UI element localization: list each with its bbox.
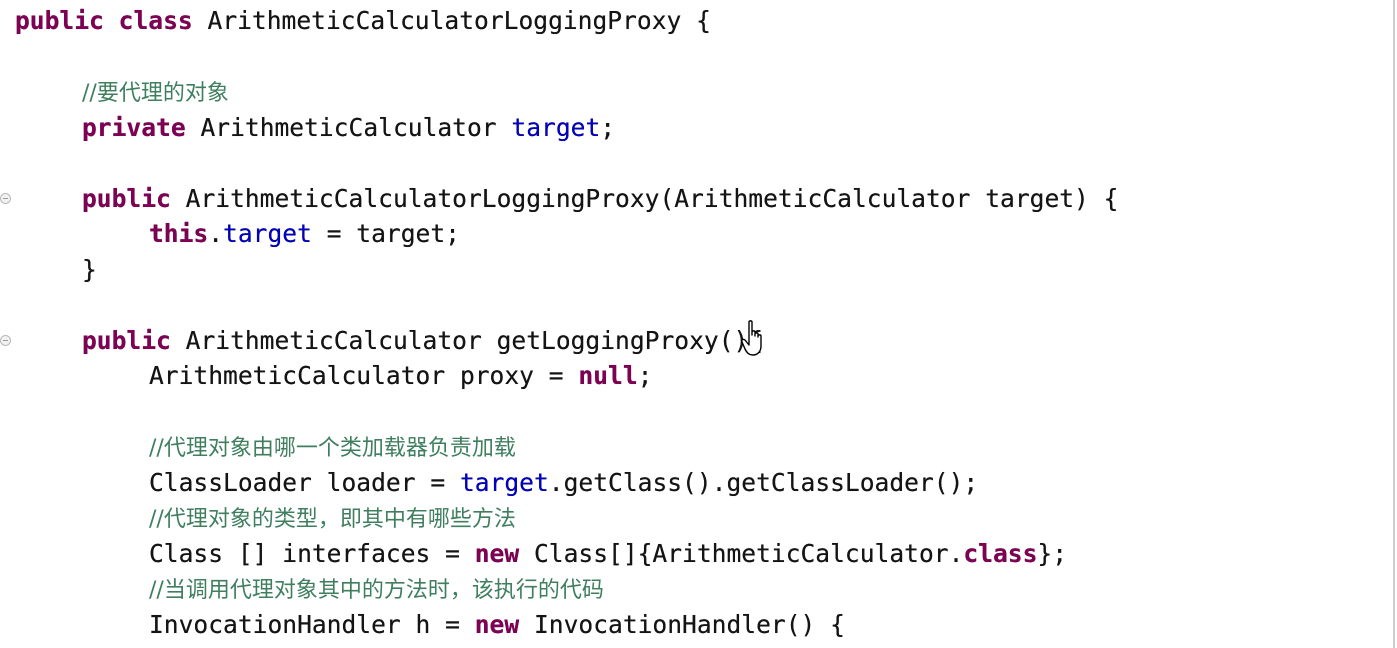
code-text: ArithmeticCalculatorLoggingProxy { bbox=[192, 6, 711, 35]
code-text: ArithmeticCalculator getLoggingProxy(){ bbox=[170, 325, 764, 355]
code-text: InvocationHandler h = bbox=[149, 609, 475, 639]
code-comment: //代理对象的类型，即其中有哪些方法 bbox=[149, 507, 516, 532]
fold-marker-icon[interactable] bbox=[0, 334, 11, 346]
code-keyword: new bbox=[474, 609, 520, 639]
code-field: target bbox=[223, 219, 312, 248]
code-line[interactable]: ClassLoader loader = target.getClass().g… bbox=[149, 465, 978, 500]
code-keyword: public bbox=[82, 183, 171, 213]
code-line[interactable]: Class [] interfaces = new Class[]{Arithm… bbox=[149, 536, 1067, 571]
code-text: } bbox=[82, 254, 97, 284]
code-text: }; bbox=[1037, 538, 1068, 568]
fold-marker-icon[interactable] bbox=[0, 192, 11, 204]
code-line[interactable]: //代理对象由哪一个类加载器负责加载 bbox=[149, 429, 516, 464]
code-text: . bbox=[208, 219, 224, 248]
code-text: InvocationHandler() { bbox=[519, 609, 845, 639]
code-comment: //当调用代理对象其中的方法时，该执行的代码 bbox=[149, 578, 604, 603]
code-text: ArithmeticCalculator proxy = bbox=[149, 361, 579, 390]
code-line[interactable]: } bbox=[82, 252, 97, 287]
code-line[interactable]: //代理对象的类型，即其中有哪些方法 bbox=[149, 500, 516, 535]
code-text: ArithmeticCalculator bbox=[185, 112, 512, 142]
code-text: Class[]{ArithmeticCalculator. bbox=[519, 538, 964, 568]
code-keyword: null bbox=[578, 361, 638, 390]
code-text: = target; bbox=[311, 219, 460, 248]
code-keyword: class bbox=[118, 6, 193, 35]
code-text: ClassLoader loader = bbox=[149, 467, 460, 497]
code-text: ArithmeticCalculatorLoggingProxy(Arithme… bbox=[170, 183, 1119, 213]
code-line[interactable]: ArithmeticCalculator proxy = null; bbox=[149, 358, 652, 393]
code-comment: //代理对象由哪一个类加载器负责加载 bbox=[149, 436, 516, 461]
code-line[interactable]: //要代理的对象 bbox=[82, 74, 229, 109]
code-comment: //要代理的对象 bbox=[82, 81, 229, 106]
code-line[interactable]: public class ArithmeticCalculatorLogging… bbox=[15, 3, 711, 38]
code-field: target bbox=[511, 112, 601, 142]
code-line[interactable]: //当调用代理对象其中的方法时，该执行的代码 bbox=[149, 571, 604, 606]
code-line[interactable]: public ArithmeticCalculatorLoggingProxy(… bbox=[82, 181, 1118, 216]
code-line[interactable]: private ArithmeticCalculator target; bbox=[82, 110, 615, 145]
code-keyword: private bbox=[82, 112, 186, 142]
code-text: ; bbox=[637, 361, 653, 390]
code-keyword: class bbox=[963, 538, 1038, 568]
code-editor[interactable]: public class ArithmeticCalculatorLogging… bbox=[0, 0, 1397, 648]
hand-cursor-icon bbox=[741, 320, 762, 356]
code-text: ; bbox=[600, 112, 616, 142]
editor-right-border bbox=[1393, 0, 1395, 648]
code-text: .getClass().getClassLoader(); bbox=[548, 467, 979, 497]
code-field: target bbox=[459, 467, 549, 497]
code-text: Class [] interfaces = bbox=[149, 538, 475, 568]
code-keyword: public bbox=[82, 325, 171, 355]
code-line[interactable]: public ArithmeticCalculator getLoggingPr… bbox=[82, 323, 763, 358]
code-line[interactable]: InvocationHandler h = new InvocationHand… bbox=[149, 607, 845, 642]
code-keyword: public bbox=[15, 6, 104, 35]
code-line[interactable]: this.target = target; bbox=[149, 216, 460, 251]
code-keyword: this bbox=[149, 219, 209, 248]
code-keyword: new bbox=[474, 538, 520, 568]
